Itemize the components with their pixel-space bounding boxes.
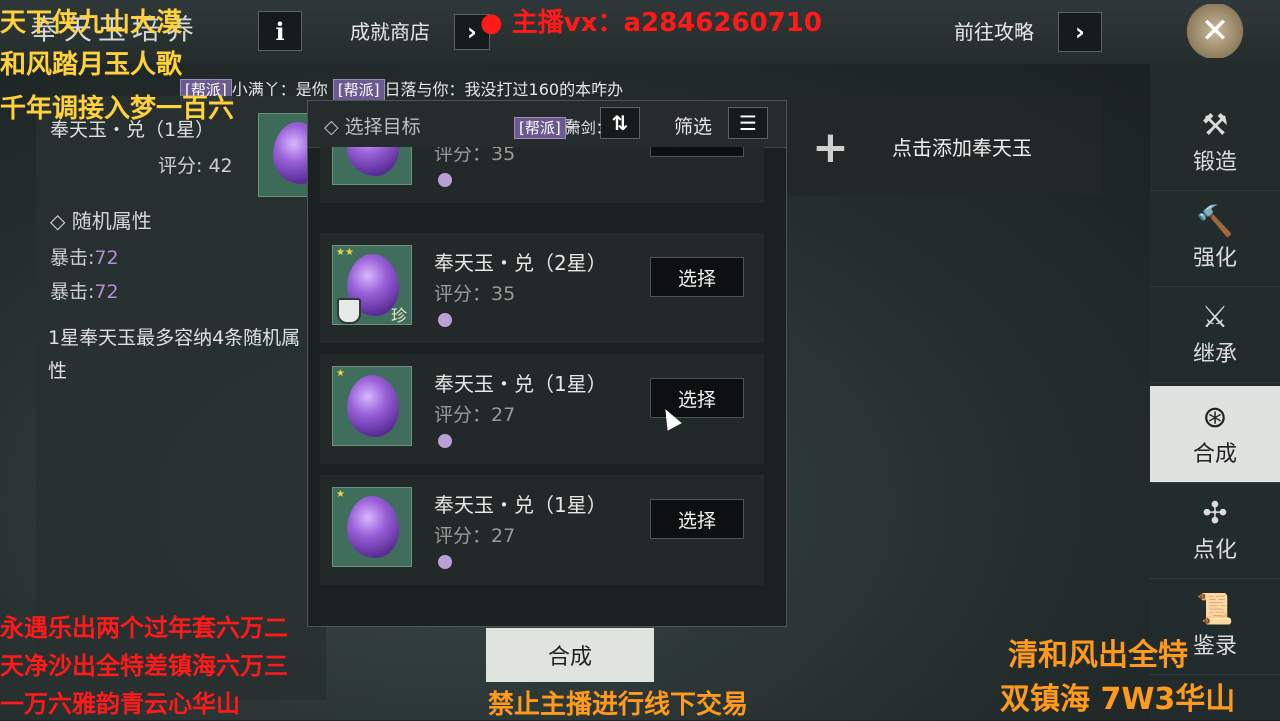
jade-gem-icon bbox=[347, 147, 399, 176]
add-plus-icon[interactable]: + bbox=[812, 122, 849, 173]
nav-inherit[interactable]: ⚔ 继承 bbox=[1150, 286, 1280, 383]
popup-header: ◇ 选择目标 升序 ⇅ 筛选 ☰ [帮派]萧剑： bbox=[308, 101, 786, 148]
list-item[interactable]: 评分：35 选择 bbox=[320, 147, 764, 203]
jade-gem-icon bbox=[347, 375, 399, 437]
stream-overlay-text: 天净沙出全特差镇海六万三 bbox=[0, 652, 288, 680]
hammer-icon: 🔨 bbox=[1196, 204, 1234, 239]
nav-enhance[interactable]: 🔨 强化 bbox=[1150, 190, 1280, 287]
close-button[interactable]: ✕ bbox=[1186, 4, 1244, 58]
nav-label: 继承 bbox=[1192, 342, 1237, 367]
attribute-row: 暴击:72 bbox=[50, 281, 119, 303]
jade-gem-icon bbox=[273, 122, 309, 184]
filter-label[interactable]: 筛选 bbox=[674, 112, 712, 139]
jade-description: 1星奉天玉最多容纳4条随机属性 bbox=[48, 327, 301, 382]
stream-overlay-text: 双镇海 7W3华山 bbox=[1000, 682, 1236, 717]
select-button[interactable]: 选择 bbox=[650, 499, 744, 539]
item-score: 评分：27 bbox=[434, 525, 516, 547]
stream-overlay-text: 天下侠九山大漠 bbox=[0, 8, 183, 38]
stream-overlay-text: 永遇乐出两个过年套六万二 bbox=[0, 614, 288, 642]
jade-thumbnail: ★ bbox=[332, 487, 412, 567]
star-rating-icon: ★★ bbox=[336, 247, 354, 258]
scroll-icon: 📜 bbox=[1196, 592, 1234, 627]
jade-gem-icon bbox=[347, 496, 399, 558]
select-target-dropdown[interactable]: ◇ 选择目标 bbox=[324, 112, 421, 139]
nav-merge[interactable]: ⊛ 合成 bbox=[1150, 386, 1280, 483]
attribute-dot-icon bbox=[438, 313, 452, 327]
item-name: 奉天玉・兑（1星） bbox=[434, 372, 607, 396]
random-attributes-title: ◇ 随机属性 bbox=[50, 209, 152, 233]
nav-label: 合成 bbox=[1192, 442, 1237, 467]
chat-message: 日落与你：我没打过160的本咋办 bbox=[384, 80, 624, 99]
list-filter-icon[interactable]: ☰ bbox=[728, 107, 768, 139]
nav-refine[interactable]: ✣ 点化 bbox=[1150, 482, 1280, 579]
jade-list[interactable]: 评分：35 选择 ★★ 珍 奉天玉・兑（2星） 评分：35 选择 ★ 奉天玉・兑… bbox=[308, 147, 786, 626]
stream-overlay-text: 和风踏月玉人歌 bbox=[0, 50, 183, 80]
item-score: 评分：27 bbox=[434, 404, 516, 426]
list-item[interactable]: ★★ 珍 奉天玉・兑（2星） 评分：35 选择 bbox=[320, 233, 764, 343]
list-item[interactable]: ★ 奉天玉・兑（1星） 评分：27 选择 bbox=[320, 354, 764, 464]
info-button[interactable]: i bbox=[258, 11, 302, 51]
stream-overlay-contact: ● 主播vx：a2846260710 bbox=[480, 8, 822, 38]
guide-link[interactable]: 前往攻略 bbox=[954, 16, 1034, 45]
item-score: 评分：35 bbox=[434, 283, 516, 305]
item-name: 奉天玉・兑（2星） bbox=[434, 251, 607, 275]
star-rating-icon: ★ bbox=[336, 368, 345, 379]
current-jade-score: 评分: 42 bbox=[158, 155, 233, 177]
select-button[interactable]: 选择 bbox=[650, 147, 744, 157]
nav-label: 锻造 bbox=[1192, 150, 1237, 175]
jade-thumbnail bbox=[332, 147, 412, 185]
attribute-dot-icon bbox=[438, 555, 452, 569]
combine-button[interactable]: 合成 bbox=[486, 628, 654, 682]
current-jade-icon[interactable] bbox=[258, 113, 310, 197]
guild-tag: [帮派] bbox=[332, 79, 385, 101]
nav-forge[interactable]: ⚒ 锻造 bbox=[1150, 94, 1280, 191]
shield-icon bbox=[337, 298, 361, 324]
star-rating-icon: ★ bbox=[336, 489, 345, 500]
anvil-icon: ⚒ bbox=[1201, 108, 1229, 143]
refine-icon: ✣ bbox=[1202, 496, 1228, 531]
item-score: 评分：35 bbox=[434, 147, 516, 165]
attribute-dot-icon bbox=[438, 173, 452, 187]
jade-thumbnail: ★★ 珍 bbox=[332, 245, 412, 325]
nav-label: 点化 bbox=[1192, 538, 1237, 563]
item-name: 奉天玉・兑（1星） bbox=[434, 493, 607, 517]
attribute-row: 暴击:72 bbox=[50, 247, 119, 269]
chat-overlap: [帮派] 萧剑： bbox=[514, 117, 611, 139]
select-target-popup: ◇ 选择目标 升序 ⇅ 筛选 ☰ [帮派]萧剑： 评分：35 选择 ★★ 珍 奉… bbox=[307, 100, 787, 627]
stream-overlay-text: 千年调接入梦一百六 bbox=[0, 94, 235, 124]
stream-overlay-notice: 禁止主播进行线下交易 bbox=[488, 690, 749, 720]
jade-thumbnail: ★ bbox=[332, 366, 412, 446]
stream-overlay-text: 一万六雅韵青云心华山 bbox=[0, 690, 240, 718]
add-jade-label[interactable]: 点击添加奉天玉 bbox=[892, 132, 1032, 161]
rare-badge: 珍 bbox=[391, 306, 408, 325]
inherit-icon: ⚔ bbox=[1201, 300, 1229, 335]
merge-icon: ⊛ bbox=[1202, 400, 1228, 435]
stream-overlay-text: 清和风出全特 bbox=[1008, 638, 1188, 673]
attribute-dot-icon bbox=[438, 434, 452, 448]
list-item[interactable]: ★ 奉天玉・兑（1星） 评分：27 选择 bbox=[320, 475, 764, 585]
select-button[interactable]: 选择 bbox=[650, 257, 744, 297]
nav-label: 鉴录 bbox=[1192, 634, 1237, 659]
guide-arrow-icon[interactable]: › bbox=[1058, 12, 1102, 52]
achievement-shop-link[interactable]: 成就商店 bbox=[350, 16, 430, 45]
nav-label: 强化 bbox=[1192, 246, 1237, 271]
